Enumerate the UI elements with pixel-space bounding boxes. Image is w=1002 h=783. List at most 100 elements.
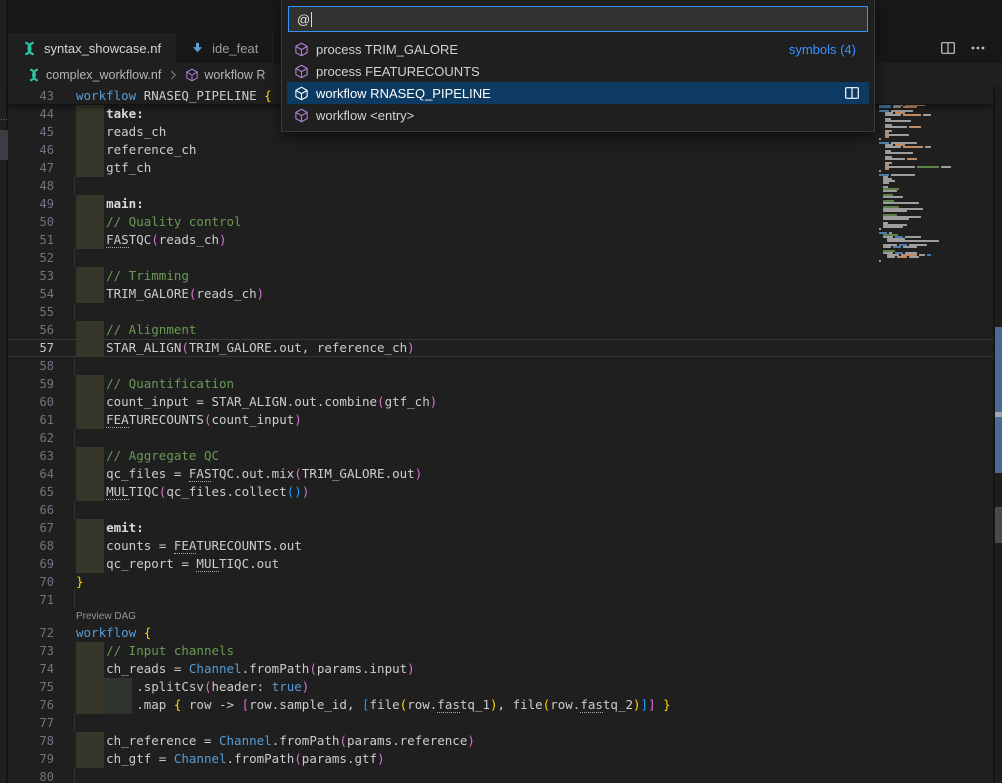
line-number[interactable]: 78 — [8, 732, 68, 750]
scrollbar-decoration[interactable] — [995, 412, 1002, 417]
line-number[interactable]: 80 — [8, 768, 68, 783]
code-text: qc_report = MULTIQC.out — [68, 555, 993, 573]
line-number[interactable]: 51 — [8, 231, 68, 249]
code-line[interactable]: 53 // Trimming — [8, 267, 993, 285]
code-line[interactable]: 72workflow { — [8, 624, 993, 642]
code-line[interactable]: 49 main: — [8, 195, 993, 213]
code-line[interactable]: 59 // Quantification — [8, 375, 993, 393]
code-line[interactable]: 60 count_input = STAR_ALIGN.out.combine(… — [8, 393, 993, 411]
code-line[interactable]: 65 MULTIQC(qc_files.collect()) — [8, 483, 993, 501]
line-number[interactable]: 77 — [8, 714, 68, 732]
tab-ide-features[interactable]: ide_feat — [176, 33, 273, 63]
line-number[interactable]: 45 — [8, 123, 68, 141]
line-number[interactable]: 59 — [8, 375, 68, 393]
quick-open-item-label: process FEATURECOUNTS — [316, 64, 480, 79]
code-line[interactable]: 57 STAR_ALIGN(TRIM_GALORE.out, reference… — [8, 339, 993, 357]
line-number[interactable]: 47 — [8, 159, 68, 177]
line-number[interactable]: 48 — [8, 177, 68, 195]
line-number[interactable]: 68 — [8, 537, 68, 555]
line-number[interactable]: 50 — [8, 213, 68, 231]
line-number[interactable]: 79 — [8, 750, 68, 768]
line-number[interactable]: 49 — [8, 195, 68, 213]
code-line[interactable]: 61 FEATURECOUNTS(count_input) — [8, 411, 993, 429]
line-number[interactable]: 52 — [8, 249, 68, 267]
code-line[interactable]: 50 // Quality control — [8, 213, 993, 231]
code-line[interactable]: 73 // Input channels — [8, 642, 993, 660]
code-line[interactable]: 69 qc_report = MULTIQC.out — [8, 555, 993, 573]
line-number[interactable]: 61 — [8, 411, 68, 429]
panel-scrollbar-thumb[interactable] — [0, 130, 8, 160]
ellipsis-icon[interactable] — [970, 40, 986, 56]
code-lines[interactable]: 43workflow RNASEQ_PIPELINE {44 take:45 r… — [8, 87, 993, 783]
code-line[interactable]: 62 — [8, 429, 993, 447]
code-line[interactable]: 74 ch_reads = Channel.fromPath(params.in… — [8, 660, 993, 678]
line-number[interactable]: 58 — [8, 357, 68, 375]
line-number[interactable]: 53 — [8, 267, 68, 285]
overflow-ellipsis-icon[interactable]: … — [0, 114, 8, 122]
codelens-preview-dag[interactable]: Preview DAG — [8, 609, 993, 624]
line-number[interactable]: 64 — [8, 465, 68, 483]
line-number[interactable]: 67 — [8, 519, 68, 537]
line-number[interactable]: 73 — [8, 642, 68, 660]
line-number[interactable]: 55 — [8, 303, 68, 321]
code-line[interactable]: 52 — [8, 249, 993, 267]
code-line[interactable]: 58 — [8, 357, 993, 375]
scrollbar-decoration[interactable] — [995, 327, 1002, 473]
split-editor-icon[interactable] — [940, 40, 956, 56]
code-line[interactable]: 48 — [8, 177, 993, 195]
tab-syntax-showcase[interactable]: syntax_showcase.nf — [8, 33, 176, 63]
open-to-side-icon[interactable] — [844, 85, 860, 101]
line-number[interactable]: 72 — [8, 624, 68, 642]
code-line[interactable]: 47 gtf_ch — [8, 159, 993, 177]
line-number[interactable]: 66 — [8, 501, 68, 519]
code-line[interactable]: 51 FASTQC(reads_ch) — [8, 231, 993, 249]
code-line[interactable]: 71 — [8, 591, 993, 609]
line-number[interactable]: 63 — [8, 447, 68, 465]
line-number[interactable]: 57 — [8, 339, 68, 357]
code-text: qc_files = FASTQC.out.mix(TRIM_GALORE.ou… — [68, 465, 993, 483]
code-line[interactable]: 56 // Alignment — [8, 321, 993, 339]
code-editor[interactable]: 43workflow RNASEQ_PIPELINE {44 take:45 r… — [8, 87, 1002, 783]
line-number[interactable]: 56 — [8, 321, 68, 339]
code-line[interactable]: 76 .map { row -> [row.sample_id, [file(r… — [8, 696, 993, 714]
line-number[interactable]: 46 — [8, 141, 68, 159]
symbol-cube-icon — [294, 64, 309, 79]
minimap[interactable] — [879, 90, 993, 370]
code-line[interactable]: 68 counts = FEATURECOUNTS.out — [8, 537, 993, 555]
line-number[interactable]: 76 — [8, 696, 68, 714]
code-line[interactable]: 54 TRIM_GALORE(reads_ch) — [8, 285, 993, 303]
code-line[interactable]: 70} — [8, 573, 993, 591]
quick-open-item[interactable]: workflow RNASEQ_PIPELINE — [287, 82, 869, 104]
code-line[interactable]: 67 emit: — [8, 519, 993, 537]
code-line[interactable]: 77 — [8, 714, 993, 732]
line-number[interactable]: 75 — [8, 678, 68, 696]
quick-open-item[interactable]: process FEATURECOUNTS — [287, 60, 869, 82]
line-number[interactable]: 44 — [8, 105, 68, 123]
quick-open-input[interactable]: @ — [288, 6, 868, 32]
line-number[interactable]: 43 — [8, 87, 68, 104]
quick-open-item[interactable]: workflow <entry> — [287, 104, 869, 126]
breadcrumb-file[interactable]: complex_workflow.nf — [46, 68, 161, 82]
quick-open-item[interactable]: process TRIM_GALOREsymbols (4) — [287, 38, 869, 60]
code-line[interactable]: 55 — [8, 303, 993, 321]
line-number[interactable]: 60 — [8, 393, 68, 411]
line-number[interactable]: 70 — [8, 573, 68, 591]
code-line[interactable]: 78 ch_reference = Channel.fromPath(param… — [8, 732, 993, 750]
code-line[interactable]: 79 ch_gtf = Channel.fromPath(params.gtf) — [8, 750, 993, 768]
code-line[interactable]: 63 // Aggregate QC — [8, 447, 993, 465]
scrollbar-decoration[interactable] — [995, 507, 1002, 543]
scrollbar[interactable] — [993, 87, 1002, 783]
line-number[interactable]: 74 — [8, 660, 68, 678]
code-line[interactable]: 46 reference_ch — [8, 141, 993, 159]
code-line[interactable]: 80 — [8, 768, 993, 783]
code-line[interactable]: 75 .splitCsv(header: true) — [8, 678, 993, 696]
code-line[interactable]: 66 — [8, 501, 993, 519]
line-number[interactable]: 69 — [8, 555, 68, 573]
code-text: // Aggregate QC — [68, 447, 993, 465]
line-number[interactable]: 62 — [8, 429, 68, 447]
line-number[interactable]: 65 — [8, 483, 68, 501]
line-number[interactable]: 71 — [8, 591, 68, 609]
breadcrumb-symbol[interactable]: workflow R — [204, 68, 265, 82]
line-number[interactable]: 54 — [8, 285, 68, 303]
code-line[interactable]: 64 qc_files = FASTQC.out.mix(TRIM_GALORE… — [8, 465, 993, 483]
